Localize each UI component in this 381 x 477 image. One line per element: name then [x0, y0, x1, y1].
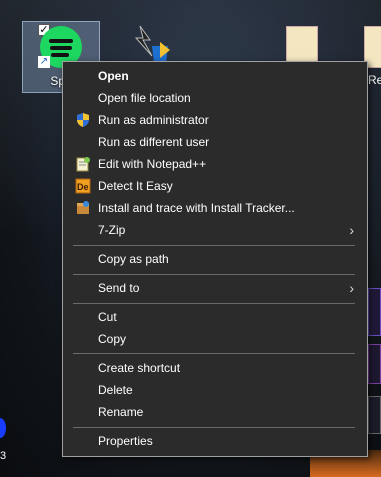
menu-item-open[interactable]: Open: [64, 65, 366, 87]
menu-item-rename[interactable]: Rename: [64, 401, 366, 423]
menu-separator: [73, 303, 355, 304]
context-menu: Open Open file location Run as administr…: [62, 61, 368, 457]
menu-item-cut[interactable]: Cut: [64, 306, 366, 328]
shortcut-arrow-icon: ↗: [38, 56, 50, 68]
menu-item-label: Copy: [98, 332, 127, 346]
background-window-strip: [368, 344, 381, 384]
left-edge-number: 3: [0, 450, 7, 462]
install-tracker-icon: [77, 201, 89, 214]
menu-separator: [73, 274, 355, 275]
menu-item-copy-as-path[interactable]: Copy as path: [64, 248, 366, 270]
uac-shield-icon: [77, 113, 89, 127]
menu-item-open-file-location[interactable]: Open file location: [64, 87, 366, 109]
menu-item-delete[interactable]: Delete: [64, 379, 366, 401]
background-window-strip: [368, 396, 381, 434]
menu-item-label: Copy as path: [98, 252, 169, 266]
menu-item-label: Delete: [98, 383, 133, 397]
notepad-plus-plus-icon: [76, 157, 90, 172]
menu-item-label: Install and trace with Install Tracker..…: [98, 201, 295, 215]
menu-item-label: Properties: [98, 434, 153, 448]
chevron-right-icon: ›: [349, 280, 354, 296]
menu-item-label: Run as administrator: [98, 113, 209, 127]
menu-item-label: Send to: [98, 281, 140, 295]
chevron-right-icon: ›: [349, 222, 354, 238]
menu-item-label: Run as different user: [98, 135, 210, 149]
menu-item-label: Open file location: [98, 91, 191, 105]
menu-item-create-shortcut[interactable]: Create shortcut: [64, 357, 366, 379]
menu-item-copy[interactable]: Copy: [64, 328, 366, 350]
menu-item-label: Edit with Notepad++: [98, 157, 207, 171]
menu-item-edit-with-notepad-plus-plus[interactable]: Edit with Notepad++: [64, 153, 366, 175]
menu-item-label: Rename: [98, 405, 144, 419]
menu-item-label: Detect It Easy: [98, 179, 173, 193]
svg-text:De: De: [77, 182, 89, 192]
menu-item-label: 7-Zip: [98, 223, 126, 237]
menu-item-label: Open: [98, 69, 129, 83]
menu-item-run-as-administrator[interactable]: Run as administrator: [64, 109, 366, 131]
menu-separator: [73, 427, 355, 428]
menu-item-label: Create shortcut: [98, 361, 181, 375]
menu-item-run-as-different-user[interactable]: Run as different user: [64, 131, 366, 153]
menu-item-label: Cut: [98, 310, 117, 324]
detect-it-easy-icon: De: [75, 178, 91, 194]
menu-item-detect-it-easy[interactable]: De Detect It Easy: [64, 175, 366, 197]
desktop-icon-label: Re: [368, 73, 381, 87]
menu-item-send-to[interactable]: Send to ›: [64, 277, 366, 299]
menu-item-install-tracker[interactable]: Install and trace with Install Tracker..…: [64, 197, 366, 219]
background-window-strip: [368, 288, 381, 336]
menu-item-properties[interactable]: Properties: [64, 430, 366, 452]
menu-separator: [73, 353, 355, 354]
menu-item-7-zip[interactable]: 7-Zip ›: [64, 219, 366, 241]
menu-separator: [73, 245, 355, 246]
